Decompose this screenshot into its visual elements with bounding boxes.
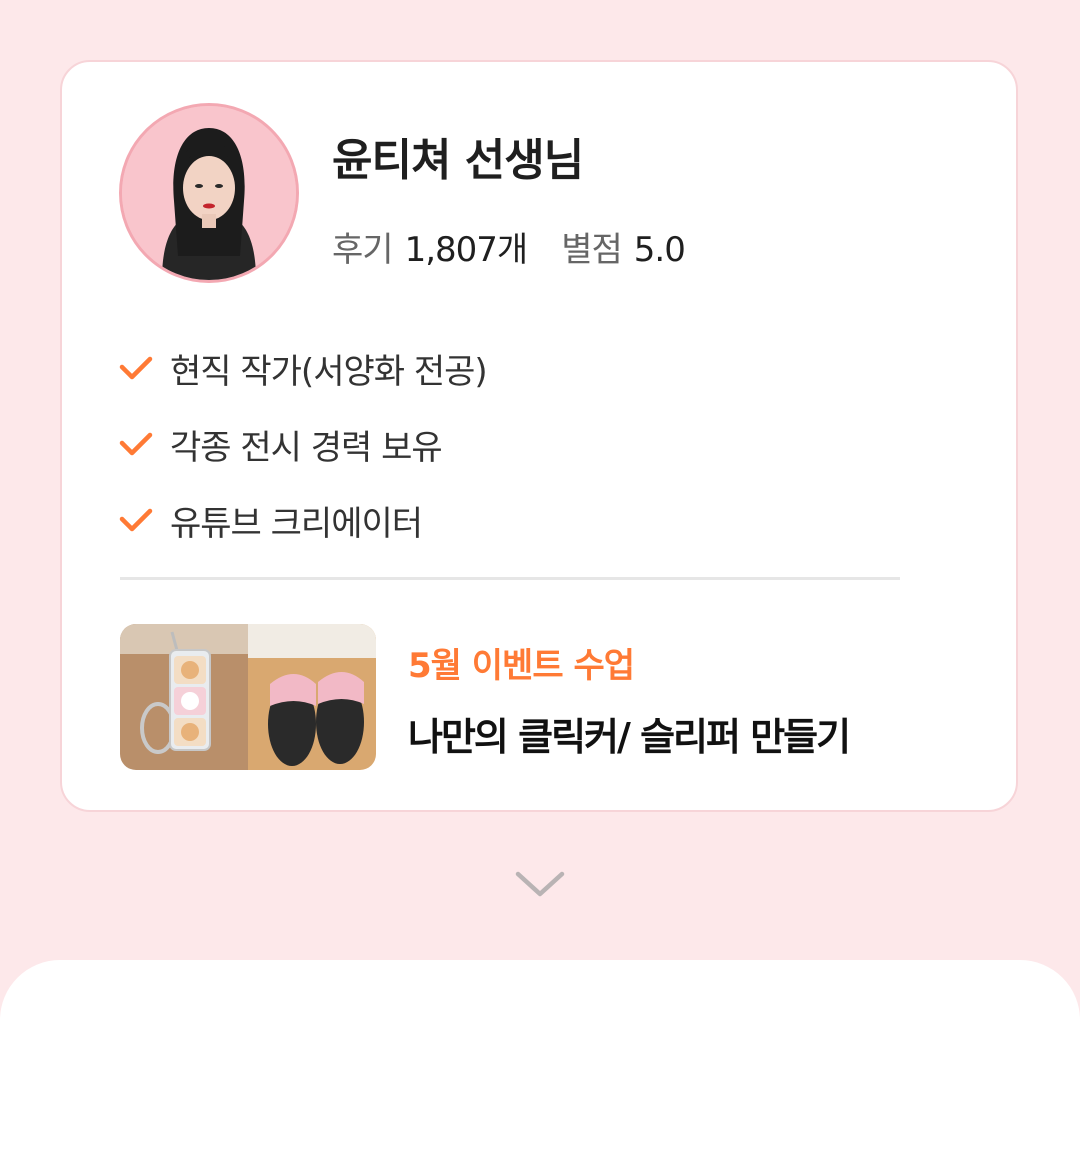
chevron-down-icon[interactable] — [514, 868, 566, 900]
credential-text: 각종 전시 경력 보유 — [170, 427, 443, 468]
teacher-avatar — [119, 103, 299, 283]
teacher-name: 윤티쳐 선생님 — [332, 135, 584, 186]
rating-value: 5.0 — [633, 230, 686, 270]
credential-text: 유튜브 크리에이터 — [170, 503, 423, 544]
check-icon — [119, 432, 153, 456]
teacher-card: 윤티쳐 선생님 후기 1,807개 별점 5.0 현직 작가(서양화 전공) 각종 전… — [60, 60, 1018, 812]
check-icon — [119, 508, 153, 532]
credential-item: 각종 전시 경력 보유 — [118, 406, 487, 482]
credential-list: 현직 작가(서양화 전공) 각종 전시 경력 보유 유튜브 크리에이터 — [118, 330, 488, 558]
review-count: 1,807개 — [404, 230, 529, 270]
event-tag: 5월 이벤트 수업 — [408, 646, 635, 686]
rating-label: 별점 — [561, 230, 623, 270]
teacher-stats: 후기 1,807개 별점 5.0 — [332, 222, 686, 271]
credential-item: 현직 작가(서양화 전공) — [118, 330, 488, 406]
divider — [120, 577, 900, 580]
check-icon — [119, 356, 153, 380]
event-thumbnail[interactable] — [120, 624, 376, 770]
review-label: 후기 — [332, 230, 394, 270]
event-title[interactable]: 나만의 클릭커/ 슬리퍼 만들기 — [408, 706, 851, 761]
credential-text: 현직 작가(서양화 전공) — [170, 351, 488, 392]
credential-item: 유튜브 크리에이터 — [118, 482, 487, 558]
bottom-sheet — [0, 960, 1080, 1160]
